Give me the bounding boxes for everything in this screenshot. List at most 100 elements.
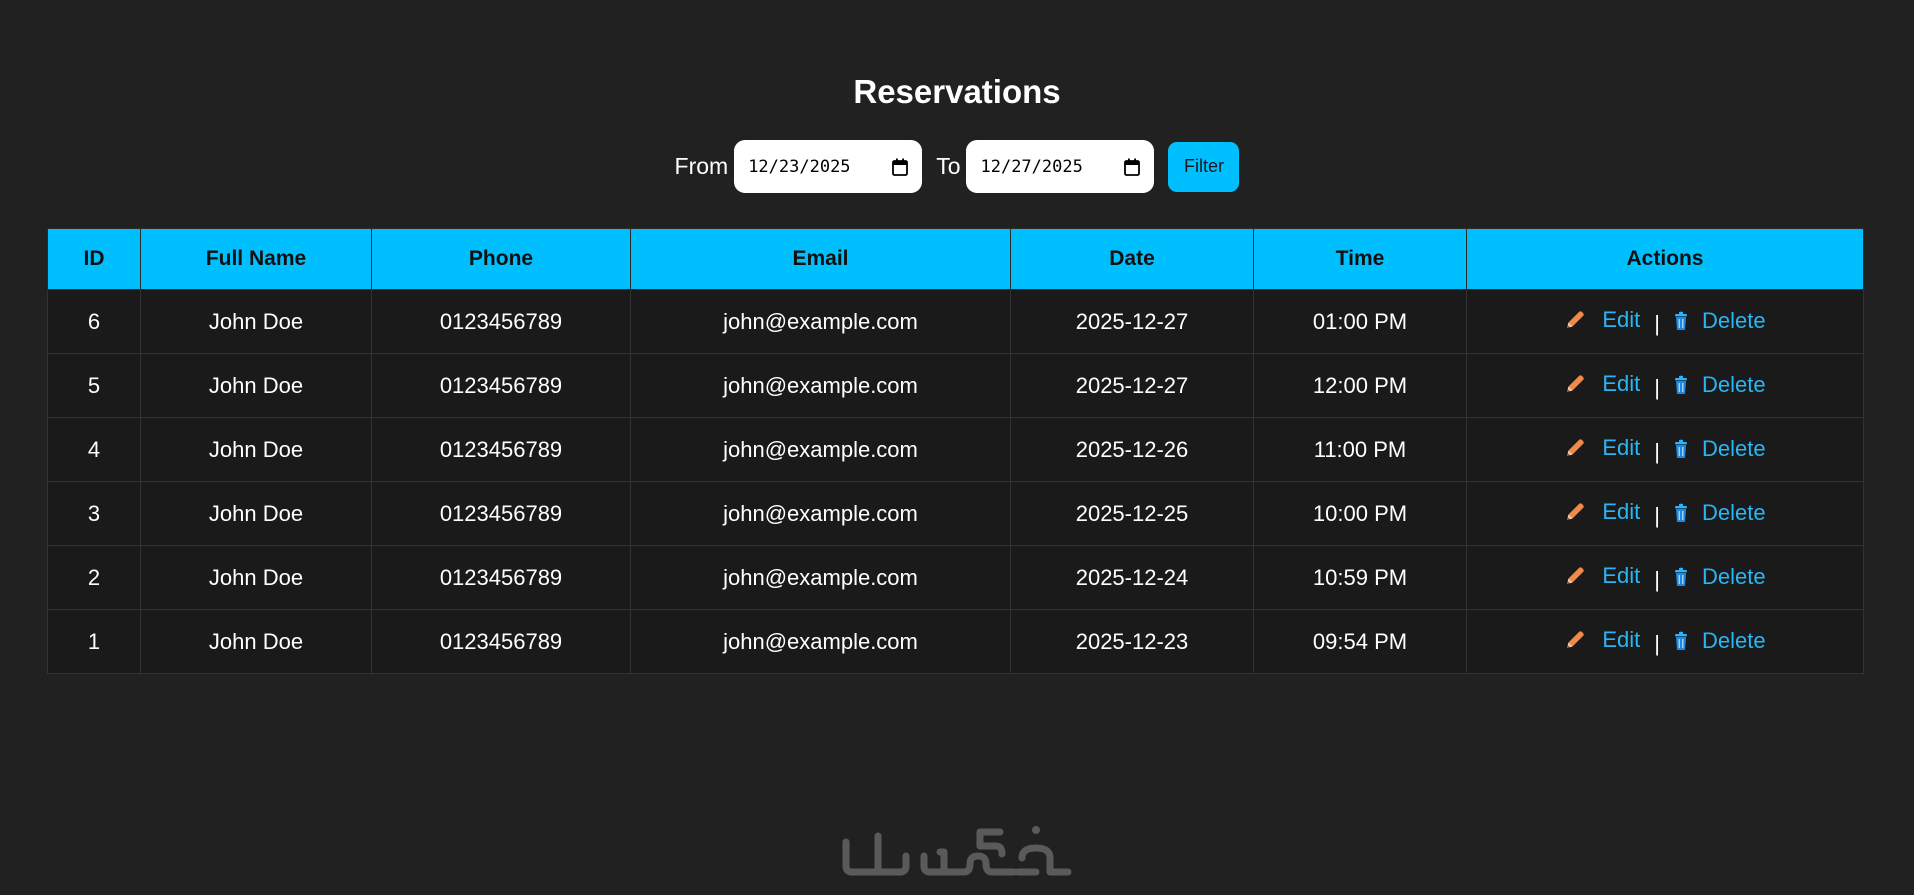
action-separator: | [1654,438,1661,464]
cell-email: john@example.com [630,609,1011,674]
edit-label: Edit [1602,626,1641,652]
cell-id: 6 [47,289,141,354]
trash-icon [1674,567,1696,587]
cell-id: 5 [47,353,141,418]
cell-time: 12:00 PM [1253,353,1467,418]
cell-id: 3 [47,481,141,546]
cell-actions: Edit | Delete [1466,545,1864,610]
cell-date: 2025-12-23 [1010,609,1254,674]
cell-phone: 0123456789 [371,417,631,482]
watermark-logo [842,826,1072,876]
delete-label: Delete [1702,563,1766,589]
cell-email: john@example.com [630,353,1011,418]
cell-phone: 0123456789 [371,353,631,418]
cell-date: 2025-12-24 [1010,545,1254,610]
delete-label: Delete [1702,371,1766,397]
edit-label: Edit [1602,370,1641,396]
delete-link[interactable]: Delete [1674,308,1766,334]
cell-date: 2025-12-26 [1010,417,1254,482]
edit-link[interactable]: Edit [1564,563,1640,589]
to-label: To [936,153,961,179]
cell-time: 10:00 PM [1253,481,1467,546]
delete-label: Delete [1702,435,1766,461]
cell-email: john@example.com [630,417,1011,482]
cell-email: john@example.com [630,289,1011,354]
pencil-icon [1564,373,1594,395]
reservations-table: ID Full Name Phone Email Date Time Actio… [47,228,1864,674]
delete-label: Delete [1702,307,1766,333]
action-separator: | [1654,630,1661,656]
cell-phone: 0123456789 [371,545,631,610]
cell-full-name: John Doe [140,289,372,354]
cell-phone: 0123456789 [371,481,631,546]
cell-full-name: John Doe [140,545,372,610]
delete-link[interactable]: Delete [1674,500,1766,526]
calendar-icon[interactable] [892,158,909,176]
cell-email: john@example.com [630,481,1011,546]
cell-id: 1 [47,609,141,674]
edit-link[interactable]: Edit [1564,499,1640,525]
edit-label: Edit [1602,306,1641,332]
cell-actions: Edit | Delete [1466,353,1864,418]
table-row: 4 John Doe 0123456789 john@example.com 2025-… [47,417,1864,482]
trash-icon [1674,503,1696,523]
cell-date: 2025-12-27 [1010,353,1254,418]
cell-date: 2025-12-25 [1010,481,1254,546]
edit-link[interactable]: Edit [1564,307,1640,333]
table-row: 3 John Doe 0123456789 john@example.com 2025-… [47,481,1864,546]
cell-actions: Edit | Delete [1466,481,1864,546]
calendar-icon[interactable] [1124,158,1141,176]
page: Reservations From 12/23/2025 To 12/27/20… [0,0,1914,895]
pencil-icon [1564,629,1594,651]
edit-label: Edit [1602,562,1641,588]
column-header-date: Date [1010,228,1254,290]
delete-link[interactable]: Delete [1674,564,1766,590]
pencil-icon [1564,437,1594,459]
cell-full-name: John Doe [140,609,372,674]
cell-full-name: John Doe [140,481,372,546]
column-header-time: Time [1253,228,1467,290]
pencil-icon [1564,501,1594,523]
edit-link[interactable]: Edit [1564,435,1640,461]
edit-link[interactable]: Edit [1564,371,1640,397]
table-body: 6 John Doe 0123456789 john@example.com 2025-… [47,289,1864,674]
action-separator: | [1654,502,1661,528]
pencil-icon [1564,309,1594,331]
table-row: 6 John Doe 0123456789 john@example.com 2025-… [47,289,1864,354]
table-row: 1 John Doe 0123456789 john@example.com 2025-… [47,609,1864,674]
edit-label: Edit [1602,434,1641,460]
delete-link[interactable]: Delete [1674,628,1766,654]
delete-link[interactable]: Delete [1674,436,1766,462]
cell-phone: 0123456789 [371,609,631,674]
cell-id: 2 [47,545,141,610]
cell-actions: Edit | Delete [1466,417,1864,482]
cell-time: 01:00 PM [1253,289,1467,354]
column-header-id: ID [47,228,141,290]
cell-date: 2025-12-27 [1010,289,1254,354]
cell-full-name: John Doe [140,353,372,418]
cell-time: 11:00 PM [1253,417,1467,482]
cell-time: 10:59 PM [1253,545,1467,610]
column-header-phone: Phone [371,228,631,290]
delete-link[interactable]: Delete [1674,372,1766,398]
action-separator: | [1654,310,1661,336]
action-separator: | [1654,566,1661,592]
page-title: Reservations [853,73,1061,110]
filter-button[interactable]: Filter [1168,141,1240,192]
cell-email: john@example.com [630,545,1011,610]
pencil-icon [1564,565,1594,587]
from-date-input[interactable]: 12/23/2025 [734,140,923,193]
delete-label: Delete [1702,499,1766,525]
to-date-input[interactable]: 12/27/2025 [966,140,1155,193]
cell-actions: Edit | Delete [1466,609,1864,674]
cell-phone: 0123456789 [371,289,631,354]
cell-full-name: John Doe [140,417,372,482]
to-date-value: 12/27/2025 [980,156,1083,177]
delete-label: Delete [1702,627,1766,653]
cell-id: 4 [47,417,141,482]
edit-link[interactable]: Edit [1564,627,1640,653]
edit-label: Edit [1602,498,1641,524]
action-separator: | [1654,374,1661,400]
column-header-actions: Actions [1466,228,1864,290]
from-label: From [674,153,729,179]
